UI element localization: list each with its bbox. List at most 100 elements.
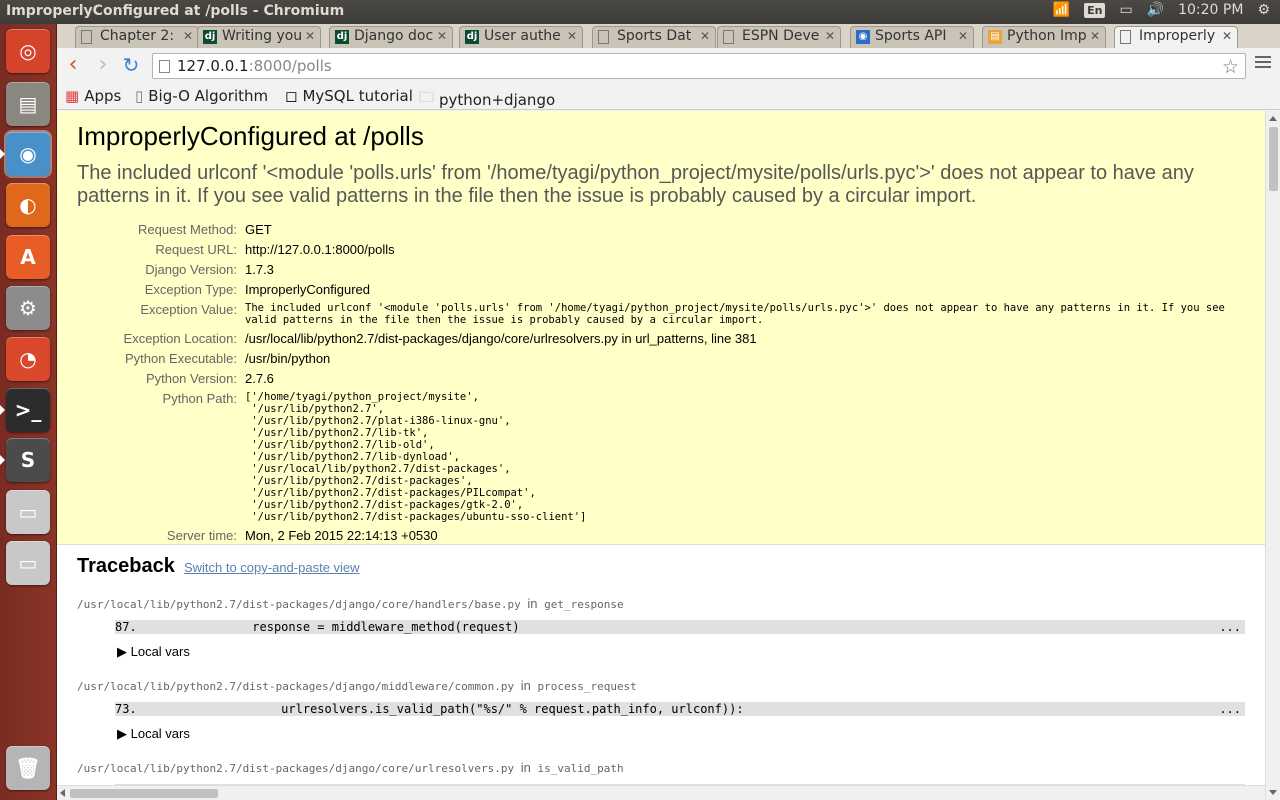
horizontal-scroll-thumb[interactable] xyxy=(70,789,218,798)
tab-close-icon[interactable]: ✕ xyxy=(825,29,835,43)
local-vars-toggle[interactable]: ▶ Local vars xyxy=(117,644,1245,660)
frame-function-name: is_valid_path xyxy=(537,762,624,775)
reload-button[interactable]: ↻ xyxy=(119,54,143,78)
tab-9[interactable]: Improperly ✕ xyxy=(1114,26,1238,48)
meta-label: Python Version: xyxy=(145,371,237,386)
page-title: ImproperlyConfigured at /polls xyxy=(77,121,424,151)
bookmark-item[interactable]: ▦ Apps xyxy=(65,87,121,105)
back-button[interactable]: ‹ xyxy=(61,54,85,78)
tab-favicon-icon: dj xyxy=(465,30,479,44)
frame-code-line[interactable]: 87. response = middleware_method(request… xyxy=(115,620,1245,634)
page-icon xyxy=(159,60,170,73)
source-code: response = middleware_method(request) xyxy=(136,620,520,634)
vertical-scrollbar[interactable] xyxy=(1265,111,1280,800)
meta-value: Mon, 2 Feb 2015 22:14:13 +0530 xyxy=(245,528,438,543)
vertical-scroll-thumb[interactable] xyxy=(1269,127,1278,191)
sublime-text-icon[interactable]: S xyxy=(6,438,50,482)
tab-6[interactable]: ESPN Deve ✕ xyxy=(717,26,841,48)
meta-value: 2.7.6 xyxy=(245,371,274,386)
bookmark-label: MySQL tutorial xyxy=(302,87,413,105)
tab-3[interactable]: dj Django doc ✕ xyxy=(329,26,453,48)
scroll-down-icon[interactable] xyxy=(1269,790,1277,795)
ubuntu-one-icon[interactable]: ◔ xyxy=(6,337,50,381)
system-settings-icon[interactable]: ⚙ xyxy=(6,286,50,330)
volume-icon[interactable]: 🔊 xyxy=(1147,2,1164,18)
meta-value: GET xyxy=(245,222,272,237)
tab-close-icon[interactable]: ✕ xyxy=(1222,29,1232,43)
tab-favicon-icon: ▤ xyxy=(988,30,1002,44)
address-bar[interactable]: 127.0.0.1:8000/polls ☆ xyxy=(152,53,1246,79)
drive-icon[interactable]: ▭ xyxy=(6,490,50,534)
firefox-icon[interactable]: ◐ xyxy=(6,183,50,227)
forward-button[interactable]: › xyxy=(91,54,115,78)
expand-context-button[interactable]: ... xyxy=(1219,702,1241,716)
tab-favicon-icon: dj xyxy=(335,30,349,44)
tab-close-icon[interactable]: ✕ xyxy=(183,29,193,43)
tab-favicon-icon xyxy=(723,30,734,44)
tab-label: User authe xyxy=(484,28,561,44)
tab-close-icon[interactable]: ✕ xyxy=(1090,29,1100,43)
square-icon: ◻ xyxy=(285,87,298,105)
meta-label: Request URL: xyxy=(155,242,237,257)
keyboard-language-indicator[interactable]: En xyxy=(1084,2,1106,18)
browser-window: Chapter 2: ✕ dj Writing you ✕ dj Django doc ✕ dj… xyxy=(57,24,1280,800)
tab-1[interactable]: Chapter 2: ✕ xyxy=(75,26,199,48)
bookmarks-bar: ▦ Apps ▯ Big-O Algorithm ◻ MySQL tutorial 🗀 pyt… xyxy=(57,84,1280,110)
frame-location: /usr/local/lib/python2.7/dist-packages/d… xyxy=(77,596,1245,611)
tab-favicon-icon xyxy=(81,30,92,44)
exception-message: The included urlconf '<module 'polls.url… xyxy=(77,162,1194,207)
bookmark-item[interactable]: 🗀 python+django xyxy=(419,87,555,112)
tab-close-icon[interactable]: ✕ xyxy=(700,29,710,43)
tab-label: Improperly xyxy=(1139,28,1216,44)
meta-row: Exception Value: The included urlconf '<m… xyxy=(77,300,1245,329)
meta-row: Server time: Mon, 2 Feb 2015 22:14:13 +05… xyxy=(77,526,1245,546)
wifi-icon[interactable]: 📶 xyxy=(1053,2,1070,18)
meta-row: Request URL: http://127.0.0.1:8000/polls xyxy=(77,240,1245,260)
tab-4[interactable]: dj User authe ✕ xyxy=(459,26,583,48)
meta-row: Exception Type: ImproperlyConfigured xyxy=(77,280,1245,300)
bookmark-item[interactable]: ◻ MySQL tutorial xyxy=(285,87,413,105)
meta-row: Request Method: GET xyxy=(77,220,1245,240)
software-center-icon[interactable]: A xyxy=(6,235,50,279)
tab-label: Writing you xyxy=(222,28,302,44)
top-panel: ImproperlyConfigured at /polls - Chromiu… xyxy=(0,0,1280,24)
meta-value: ['/home/tyagi/python_project/mysite', '/… xyxy=(245,391,587,523)
traceback-frame: /usr/local/lib/python2.7/dist-packages/d… xyxy=(77,596,1245,660)
scroll-up-icon[interactable] xyxy=(1269,116,1277,121)
local-vars-toggle[interactable]: ▶ Local vars xyxy=(117,726,1245,742)
drive-icon-2[interactable]: ▭ xyxy=(6,541,50,585)
trash-icon[interactable]: 🗑 xyxy=(6,746,50,790)
dash-icon[interactable]: ◎ xyxy=(6,29,50,73)
frame-function-name: get_response xyxy=(544,598,624,611)
bookmark-item[interactable]: ▯ Big-O Algorithm xyxy=(135,87,268,105)
files-icon[interactable]: ▤ xyxy=(6,82,50,126)
clock[interactable]: 10:20 PM xyxy=(1178,2,1243,18)
tab-label: Chapter 2: xyxy=(100,28,175,44)
terminal-icon[interactable]: >_ xyxy=(6,388,50,432)
gear-icon[interactable]: ⚙ xyxy=(1257,2,1270,18)
meta-value: /usr/local/lib/python2.7/dist-packages/d… xyxy=(245,331,757,346)
battery-icon[interactable]: ▭ xyxy=(1119,2,1132,18)
apps-grid-icon: ▦ xyxy=(65,87,80,105)
tab-close-icon[interactable]: ✕ xyxy=(958,29,968,43)
chromium-icon[interactable]: ◉ xyxy=(4,130,52,178)
meta-row: Exception Location: /usr/local/lib/python… xyxy=(77,329,1245,349)
frame-in-word: in xyxy=(520,678,531,693)
doc-icon: ▯ xyxy=(135,87,144,105)
frame-code-line[interactable]: 73. urlresolvers.is_valid_path("%s/" % r… xyxy=(115,702,1245,716)
tab-7[interactable]: ◉ Sports API ✕ xyxy=(850,26,974,48)
chrome-menu-icon[interactable] xyxy=(1255,56,1271,72)
scroll-left-icon[interactable] xyxy=(60,789,65,797)
switch-view-link[interactable]: Switch to copy-and-paste view xyxy=(184,560,360,575)
tab-close-icon[interactable]: ✕ xyxy=(305,29,315,43)
tab-5[interactable]: Sports Dat ✕ xyxy=(592,26,716,48)
tab-close-icon[interactable]: ✕ xyxy=(437,29,447,43)
expand-context-button[interactable]: ... xyxy=(1219,620,1241,634)
tab-close-icon[interactable]: ✕ xyxy=(567,29,577,43)
meta-label: Request Method: xyxy=(137,222,237,237)
source-code: urlresolvers.is_valid_path("%s/" % reque… xyxy=(136,702,744,716)
bookmark-star-icon[interactable]: ☆ xyxy=(1222,56,1239,78)
horizontal-scrollbar[interactable] xyxy=(57,785,1265,800)
tab-8[interactable]: ▤ Python Imp ✕ xyxy=(982,26,1106,48)
tab-2[interactable]: dj Writing you ✕ xyxy=(197,26,321,48)
